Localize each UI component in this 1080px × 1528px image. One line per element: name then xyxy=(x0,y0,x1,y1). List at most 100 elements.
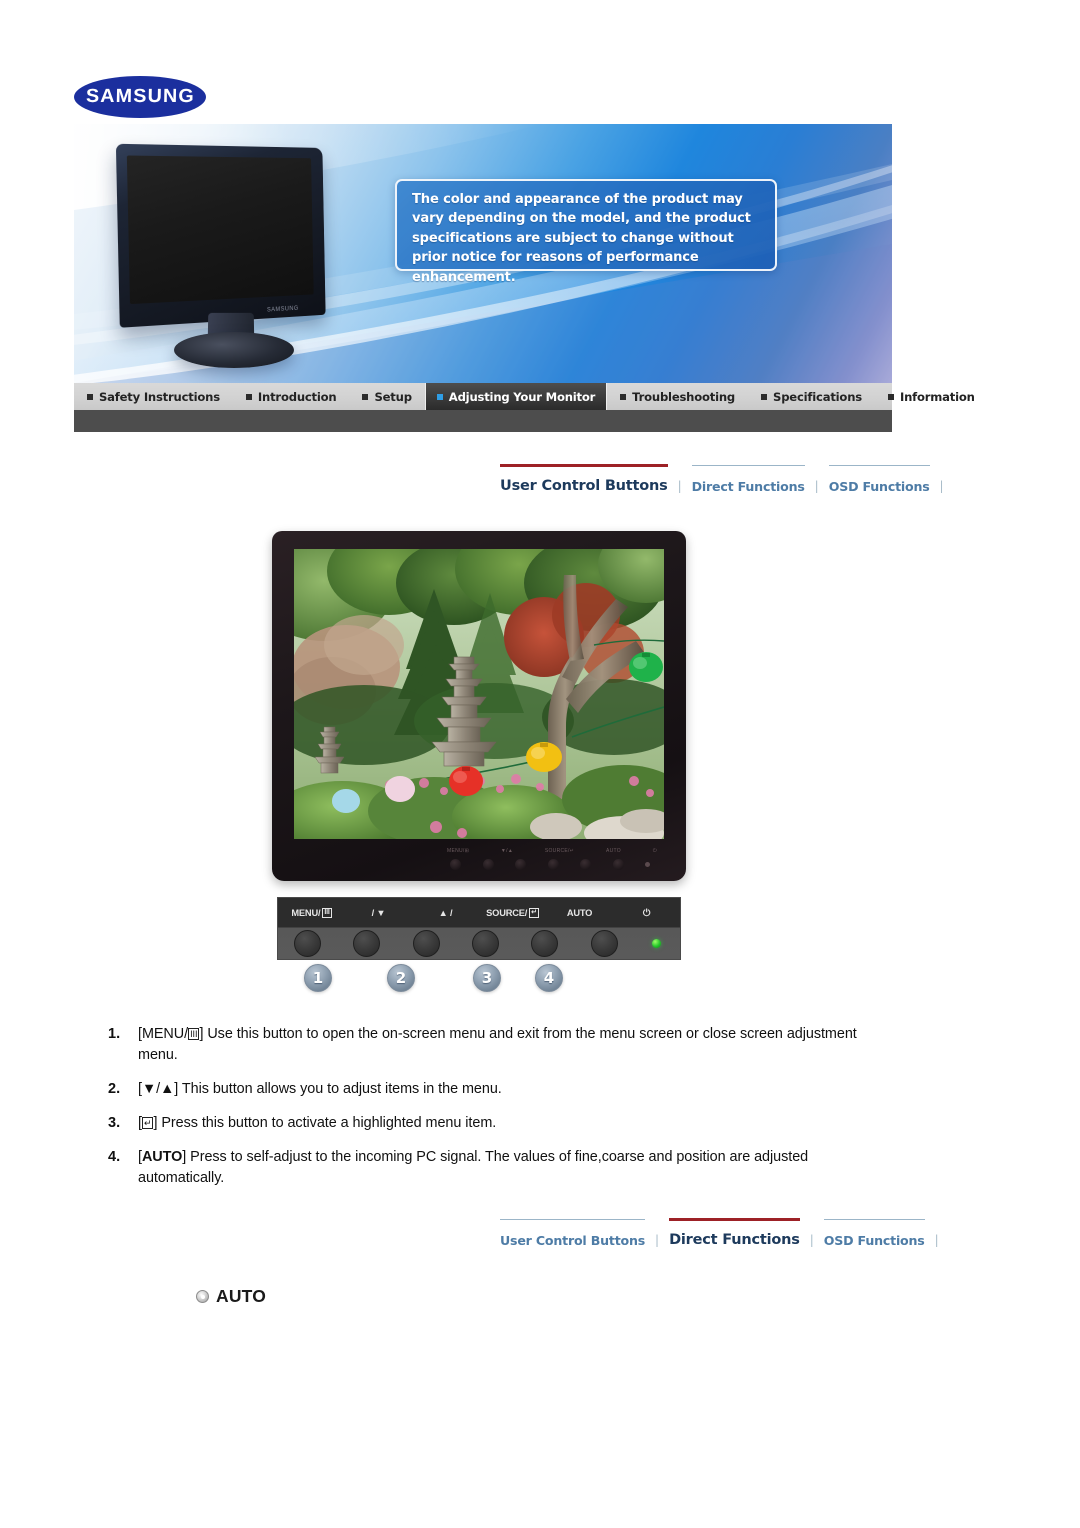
step-text: [↵] Press this button to activate a high… xyxy=(138,1113,880,1134)
nav-item-label: Specifications xyxy=(773,389,862,404)
bezel-button-3 xyxy=(515,859,526,870)
step-text-body: Press to self-adjust to the incoming PC … xyxy=(138,1149,809,1186)
bezel-label-auto: AUTO xyxy=(605,848,621,854)
monitor-product-photo: MENU/⊞ ▼/▲ SOURCE/↵ AUTO ⏻ xyxy=(272,531,686,881)
panel-button-slot-6 xyxy=(575,930,634,957)
subnav-separator: | xyxy=(814,479,819,493)
subnav-tab-user-control-buttons[interactable]: User Control Buttons xyxy=(500,1218,645,1252)
bullet-square-icon xyxy=(245,393,252,400)
panel-label-text: ▲ / xyxy=(438,908,453,918)
nav-item-adjusting-your-monitor[interactable]: Adjusting Your Monitor xyxy=(424,383,608,410)
tab-underline xyxy=(500,464,668,467)
subnav-tab-direct-functions[interactable]: Direct Functions xyxy=(669,1218,800,1252)
hero-monitor-brand-mark: SAMSUNG xyxy=(266,305,299,314)
callout-badge-2: 2 xyxy=(387,964,415,992)
nav-item-label: Introduction xyxy=(257,389,337,404)
bezel-button-1 xyxy=(450,859,461,870)
instruction-list: 1. [MENU/III] Use this button to open the… xyxy=(108,1024,880,1202)
hero-monitor-panel: SAMSUNG xyxy=(115,143,326,328)
tab-underline xyxy=(823,1219,925,1220)
panel-button-slot-3 xyxy=(397,930,456,957)
instruction-step-2: 2. [▼/▲] This button allows you to adjust… xyxy=(108,1079,880,1100)
nav-item-information[interactable]: Information xyxy=(875,383,988,410)
step-text-body: This button allows you to adjust items i… xyxy=(181,1081,502,1097)
logo-text: SAMSUNG xyxy=(85,86,195,107)
subnav-tab-osd-functions[interactable]: OSD Functions xyxy=(828,464,930,498)
callout-badge-4: 4 xyxy=(535,964,563,992)
step-text: [MENU/III] Use this button to open the o… xyxy=(138,1024,880,1066)
step-text: [▼/▲] This button allows you to adjust i… xyxy=(138,1079,880,1100)
hero-notice-box: The color and appearance of the product … xyxy=(395,179,777,285)
panel-label-5: AUTO xyxy=(546,908,613,918)
nav-item-introduction[interactable]: Introduction xyxy=(233,383,350,410)
subnav-bottom[interactable]: User Control Buttons | Direct Functions | OS… xyxy=(500,1218,939,1252)
auto-section-heading: AUTO xyxy=(196,1286,266,1307)
subnav-tab-user-control-buttons[interactable]: User Control Buttons xyxy=(500,464,668,498)
callout-badge-3: 3 xyxy=(473,964,501,992)
hero-monitor-illustration: SAMSUNG xyxy=(96,140,346,375)
step-text-body: ] Use this button to open the on-screen … xyxy=(138,1026,857,1063)
subnav-separator: | xyxy=(677,479,682,493)
subnav-top[interactable]: User Control Buttons | Direct Functions | OS… xyxy=(500,464,944,498)
panel-button-1 xyxy=(294,930,322,957)
panel-label-text: SOURCE/ xyxy=(486,908,528,918)
nav-item-safety-instructions[interactable]: Safety Instructions xyxy=(74,383,233,410)
garden-photo xyxy=(294,549,664,839)
subnav-tab-direct-functions[interactable]: Direct Functions xyxy=(691,464,805,498)
tab-underline xyxy=(500,1219,646,1220)
bezel-label-source: SOURCE/↵ xyxy=(544,848,575,854)
subnav-separator: | xyxy=(655,1233,660,1247)
bezel-power-led xyxy=(645,862,650,867)
hero-monitor-screen xyxy=(126,155,314,305)
bullet-square-icon xyxy=(620,393,627,400)
monitor-screen-image xyxy=(294,549,664,839)
logo-ellipse: SAMSUNG xyxy=(74,76,206,118)
bezel-label-down: ▼/▲ xyxy=(500,848,514,854)
step-text-prefix: [MENU/ xyxy=(138,1026,189,1042)
nav-item-label: Setup xyxy=(374,389,412,404)
panel-label-text: ⏻ xyxy=(642,907,651,918)
nav-item-label: Adjusting Your Monitor xyxy=(448,389,596,404)
subnav-tab-osd-functions[interactable]: OSD Functions xyxy=(823,1218,925,1252)
panel-button-2 xyxy=(353,930,381,957)
callout-badges: 1 2 3 4 xyxy=(277,964,681,1000)
step-number: 2. xyxy=(108,1081,121,1097)
panel-button-slot-2 xyxy=(337,930,396,957)
step-glyph-icon: ↵ xyxy=(141,1117,154,1129)
panel-button-slot-1 xyxy=(278,930,337,957)
nav-item-specifications[interactable]: Specifications xyxy=(748,383,875,410)
panel-label-glyph-icon: ↵ xyxy=(529,908,539,918)
subnav-separator: | xyxy=(939,479,944,493)
panel-label-glyph-icon: III xyxy=(322,908,332,918)
bullet-square-icon xyxy=(887,393,894,400)
bullet-square-icon xyxy=(87,393,93,400)
bezel-button-5 xyxy=(580,859,591,870)
main-navigation[interactable]: Safety Instructions Introduction Setup Adju… xyxy=(74,383,975,410)
panel-button-4 xyxy=(472,930,500,957)
tab-underline xyxy=(828,465,930,466)
tab-underline xyxy=(691,465,805,466)
step-glyph-icon: III xyxy=(188,1028,200,1040)
nav-item-label: Troubleshooting xyxy=(632,389,736,404)
panel-button-3 xyxy=(412,930,440,957)
nav-item-setup[interactable]: Setup xyxy=(349,383,424,410)
step-text-prefix: [▼/▲] xyxy=(138,1081,182,1097)
nav-item-troubleshooting[interactable]: Troubleshooting xyxy=(607,383,748,410)
bezel-button-2 xyxy=(482,859,494,870)
panel-button-slot-5 xyxy=(515,930,574,957)
control-panel-diagram: MENU/III / ▼ ▲ / SOURCE/↵ AUTO ⏻ xyxy=(277,897,681,960)
instruction-step-3: 3. [↵] Press this button to activate a hi… xyxy=(108,1113,880,1134)
step-text-body: ] Press this button to activate a highli… xyxy=(153,1115,497,1131)
step-text: [AUTO] Press to self-adjust to the incom… xyxy=(138,1147,880,1189)
panel-button-6 xyxy=(590,930,618,957)
panel-label-text: AUTO xyxy=(566,908,593,918)
step-number: 1. xyxy=(108,1026,121,1042)
power-led-icon xyxy=(652,939,662,948)
monitor-bezel-labels: MENU/⊞ ▼/▲ SOURCE/↵ AUTO ⏻ xyxy=(447,846,657,856)
hero-banner: SAMSUNG The color and appearance of the … xyxy=(74,124,892,383)
hero-monitor-stand-base xyxy=(174,332,294,368)
panel-label-3: ▲ / xyxy=(412,908,479,918)
panel-label-text: / ▼ xyxy=(371,908,386,918)
instruction-step-1: 1. [MENU/III] Use this button to open the… xyxy=(108,1024,880,1066)
subnav-tab-label: User Control Buttons xyxy=(500,1233,646,1248)
